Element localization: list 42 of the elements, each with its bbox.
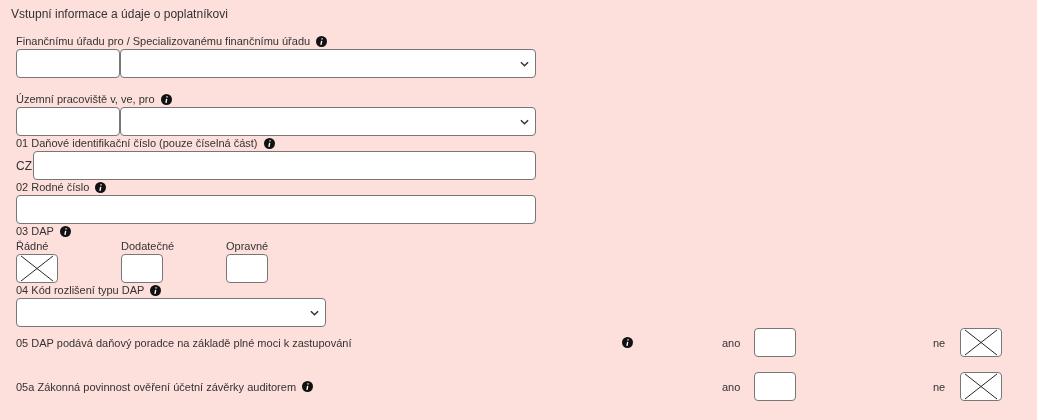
checkbox-label: Opravné [226,239,270,253]
checkbox-label: ne [933,380,947,393]
checkbox[interactable] [16,254,58,283]
workplace-code-field[interactable] [16,107,120,136]
info-icon[interactable] [160,93,172,105]
office-code-field[interactable] [16,49,120,78]
field-label: Finančnímu úřadu pro / Specializovanému finančnímu úřadu [16,34,311,48]
field-label: Územní pracoviště v, ve, pro [16,92,155,106]
info-icon[interactable] [622,337,633,348]
info-icon[interactable] [95,181,107,193]
info-icon[interactable] [150,284,162,296]
dap-type-select[interactable] [16,298,326,327]
tax-id-field[interactable] [33,151,536,180]
country-prefix: CZ [16,158,33,173]
info-icon[interactable] [263,137,275,149]
info-icon[interactable] [316,35,328,47]
checkbox[interactable] [960,372,1002,401]
checkbox-label: ne [933,336,947,349]
chevron-down-icon [310,309,319,316]
field-label: 01 Daňové identifikační číslo (pouze číselná část) [16,136,258,150]
question-label: 05 DAP podává daňový poradce na základě plné moci k zastupování [16,336,352,349]
checkbox[interactable] [754,328,796,357]
chevron-down-icon [520,60,529,67]
section-title: Vstupní informace a údaje o poplatníkovi [11,6,229,22]
checkbox-label: ano [722,380,742,393]
checkbox-label: ano [722,336,742,349]
checkbox[interactable] [226,254,268,283]
birth-number-field[interactable] [16,195,536,224]
chevron-down-icon [520,118,529,125]
field-label: 03 DAP [16,224,54,238]
checkbox[interactable] [121,254,163,283]
checkbox-label: Dodatečné [121,239,176,253]
checkbox-label: Řádné [16,239,50,253]
question-label: 05a Zákonná povinnost ověření účetní závěrky auditorem [16,380,297,393]
office-select[interactable] [120,49,536,78]
field-label: 02 Rodné číslo [16,180,90,194]
checkbox[interactable] [960,328,1002,357]
field-label: 04 Kód rozlišení typu DAP [16,283,145,297]
workplace-select[interactable] [120,107,536,136]
info-icon[interactable] [59,225,71,237]
info-icon[interactable] [302,381,314,392]
checkbox[interactable] [754,372,796,401]
